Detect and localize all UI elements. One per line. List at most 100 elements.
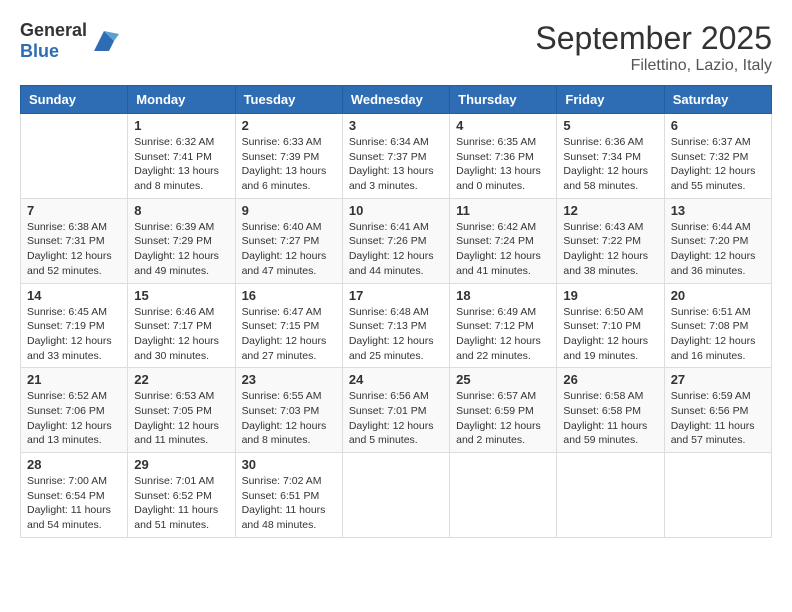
calendar-cell: 12 Sunrise: 6:43 AM Sunset: 7:22 PM Dayli… [557, 198, 664, 283]
day-number: 6 [671, 118, 765, 133]
calendar-cell: 9 Sunrise: 6:40 AM Sunset: 7:27 PM Daylig… [235, 198, 342, 283]
logo-general: General [20, 20, 87, 40]
day-info: Sunrise: 6:36 AM Sunset: 7:34 PM Dayligh… [563, 135, 657, 194]
day-info: Sunrise: 6:45 AM Sunset: 7:19 PM Dayligh… [27, 305, 121, 364]
day-info: Sunrise: 6:37 AM Sunset: 7:32 PM Dayligh… [671, 135, 765, 194]
day-number: 25 [456, 372, 550, 387]
calendar-table: SundayMondayTuesdayWednesdayThursdayFrid… [20, 85, 772, 538]
day-info: Sunrise: 6:58 AM Sunset: 6:58 PM Dayligh… [563, 389, 657, 448]
weekday-header-sunday: Sunday [21, 86, 128, 114]
day-number: 30 [242, 457, 336, 472]
day-number: 14 [27, 288, 121, 303]
day-number: 28 [27, 457, 121, 472]
day-info: Sunrise: 6:55 AM Sunset: 7:03 PM Dayligh… [242, 389, 336, 448]
calendar-cell: 13 Sunrise: 6:44 AM Sunset: 7:20 PM Dayli… [664, 198, 771, 283]
day-info: Sunrise: 6:47 AM Sunset: 7:15 PM Dayligh… [242, 305, 336, 364]
page-header: General Blue September 2025 Filettino, L… [20, 20, 772, 75]
day-info: Sunrise: 6:51 AM Sunset: 7:08 PM Dayligh… [671, 305, 765, 364]
calendar-cell: 22 Sunrise: 6:53 AM Sunset: 7:05 PM Dayli… [128, 368, 235, 453]
weekday-header-wednesday: Wednesday [342, 86, 449, 114]
calendar-cell [557, 453, 664, 538]
day-info: Sunrise: 6:44 AM Sunset: 7:20 PM Dayligh… [671, 220, 765, 279]
day-number: 17 [349, 288, 443, 303]
day-info: Sunrise: 6:52 AM Sunset: 7:06 PM Dayligh… [27, 389, 121, 448]
day-number: 5 [563, 118, 657, 133]
calendar-cell: 8 Sunrise: 6:39 AM Sunset: 7:29 PM Daylig… [128, 198, 235, 283]
day-info: Sunrise: 6:49 AM Sunset: 7:12 PM Dayligh… [456, 305, 550, 364]
day-number: 10 [349, 203, 443, 218]
day-info: Sunrise: 6:33 AM Sunset: 7:39 PM Dayligh… [242, 135, 336, 194]
calendar-cell: 18 Sunrise: 6:49 AM Sunset: 7:12 PM Dayli… [450, 283, 557, 368]
calendar-cell: 15Sunrise: 6:46 AM Sunset: 7:17 PM Dayli… [128, 283, 235, 368]
calendar-cell: 24 Sunrise: 6:56 AM Sunset: 7:01 PM Dayli… [342, 368, 449, 453]
day-number: 23 [242, 372, 336, 387]
calendar-cell: 10 Sunrise: 6:41 AM Sunset: 7:26 PM Dayli… [342, 198, 449, 283]
day-number: 20 [671, 288, 765, 303]
calendar-cell: 1Sunrise: 6:32 AM Sunset: 7:41 PM Daylig… [128, 114, 235, 199]
calendar-cell: 7Sunrise: 6:38 AM Sunset: 7:31 PM Daylig… [21, 198, 128, 283]
title-area: September 2025 Filettino, Lazio, Italy [535, 20, 772, 75]
day-info: Sunrise: 6:57 AM Sunset: 6:59 PM Dayligh… [456, 389, 550, 448]
calendar-cell: 27 Sunrise: 6:59 AM Sunset: 6:56 PM Dayli… [664, 368, 771, 453]
day-info: Sunrise: 6:41 AM Sunset: 7:26 PM Dayligh… [349, 220, 443, 279]
day-info: Sunrise: 6:50 AM Sunset: 7:10 PM Dayligh… [563, 305, 657, 364]
calendar-cell [21, 114, 128, 199]
calendar-week-4: 21 Sunrise: 6:52 AM Sunset: 7:06 PM Dayli… [21, 368, 772, 453]
calendar-cell: 4 Sunrise: 6:35 AM Sunset: 7:36 PM Daylig… [450, 114, 557, 199]
calendar-week-5: 28 Sunrise: 7:00 AM Sunset: 6:54 PM Dayli… [21, 453, 772, 538]
day-number: 8 [134, 203, 228, 218]
calendar-cell: 20 Sunrise: 6:51 AM Sunset: 7:08 PM Dayli… [664, 283, 771, 368]
weekday-header-saturday: Saturday [664, 86, 771, 114]
day-number: 19 [563, 288, 657, 303]
calendar-cell [450, 453, 557, 538]
calendar-cell: 3Sunrise: 6:34 AM Sunset: 7:37 PM Daylig… [342, 114, 449, 199]
day-info: Sunrise: 6:53 AM Sunset: 7:05 PM Dayligh… [134, 389, 228, 448]
day-number: 29 [134, 457, 228, 472]
weekday-header-tuesday: Tuesday [235, 86, 342, 114]
day-number: 7 [27, 203, 121, 218]
month-title: September 2025 [535, 20, 772, 57]
day-number: 18 [456, 288, 550, 303]
calendar-cell [664, 453, 771, 538]
day-info: Sunrise: 6:59 AM Sunset: 6:56 PM Dayligh… [671, 389, 765, 448]
calendar-cell: 26 Sunrise: 6:58 AM Sunset: 6:58 PM Dayli… [557, 368, 664, 453]
weekday-header-monday: Monday [128, 86, 235, 114]
day-info: Sunrise: 6:42 AM Sunset: 7:24 PM Dayligh… [456, 220, 550, 279]
day-number: 12 [563, 203, 657, 218]
calendar-cell: 17Sunrise: 6:48 AM Sunset: 7:13 PM Dayli… [342, 283, 449, 368]
calendar-cell: 2Sunrise: 6:33 AM Sunset: 7:39 PM Daylig… [235, 114, 342, 199]
day-number: 9 [242, 203, 336, 218]
day-info: Sunrise: 6:40 AM Sunset: 7:27 PM Dayligh… [242, 220, 336, 279]
day-number: 15 [134, 288, 228, 303]
day-info: Sunrise: 7:00 AM Sunset: 6:54 PM Dayligh… [27, 474, 121, 533]
day-number: 24 [349, 372, 443, 387]
calendar-cell: 6 Sunrise: 6:37 AM Sunset: 7:32 PM Daylig… [664, 114, 771, 199]
calendar-cell [342, 453, 449, 538]
calendar-week-3: 14 Sunrise: 6:45 AM Sunset: 7:19 PM Dayli… [21, 283, 772, 368]
calendar-week-1: 1Sunrise: 6:32 AM Sunset: 7:41 PM Daylig… [21, 114, 772, 199]
day-number: 27 [671, 372, 765, 387]
logo-blue: Blue [20, 41, 59, 61]
day-number: 13 [671, 203, 765, 218]
day-number: 22 [134, 372, 228, 387]
calendar-cell: 19 Sunrise: 6:50 AM Sunset: 7:10 PM Dayli… [557, 283, 664, 368]
calendar-cell: 23 Sunrise: 6:55 AM Sunset: 7:03 PM Dayli… [235, 368, 342, 453]
day-number: 21 [27, 372, 121, 387]
day-info: Sunrise: 7:01 AM Sunset: 6:52 PM Dayligh… [134, 474, 228, 533]
calendar-cell: 21 Sunrise: 6:52 AM Sunset: 7:06 PM Dayli… [21, 368, 128, 453]
calendar-cell: 28 Sunrise: 7:00 AM Sunset: 6:54 PM Dayli… [21, 453, 128, 538]
day-info: Sunrise: 6:56 AM Sunset: 7:01 PM Dayligh… [349, 389, 443, 448]
location-title: Filettino, Lazio, Italy [535, 57, 772, 75]
calendar-cell: 29 Sunrise: 7:01 AM Sunset: 6:52 PM Dayli… [128, 453, 235, 538]
day-number: 26 [563, 372, 657, 387]
day-info: Sunrise: 6:43 AM Sunset: 7:22 PM Dayligh… [563, 220, 657, 279]
calendar-cell: 30Sunrise: 7:02 AM Sunset: 6:51 PM Dayli… [235, 453, 342, 538]
day-info: Sunrise: 6:39 AM Sunset: 7:29 PM Dayligh… [134, 220, 228, 279]
weekday-header-row: SundayMondayTuesdayWednesdayThursdayFrid… [21, 86, 772, 114]
calendar-cell: 14 Sunrise: 6:45 AM Sunset: 7:19 PM Dayli… [21, 283, 128, 368]
day-number: 3 [349, 118, 443, 133]
day-info: Sunrise: 6:35 AM Sunset: 7:36 PM Dayligh… [456, 135, 550, 194]
day-number: 4 [456, 118, 550, 133]
calendar-week-2: 7Sunrise: 6:38 AM Sunset: 7:31 PM Daylig… [21, 198, 772, 283]
calendar-cell: 5 Sunrise: 6:36 AM Sunset: 7:34 PM Daylig… [557, 114, 664, 199]
